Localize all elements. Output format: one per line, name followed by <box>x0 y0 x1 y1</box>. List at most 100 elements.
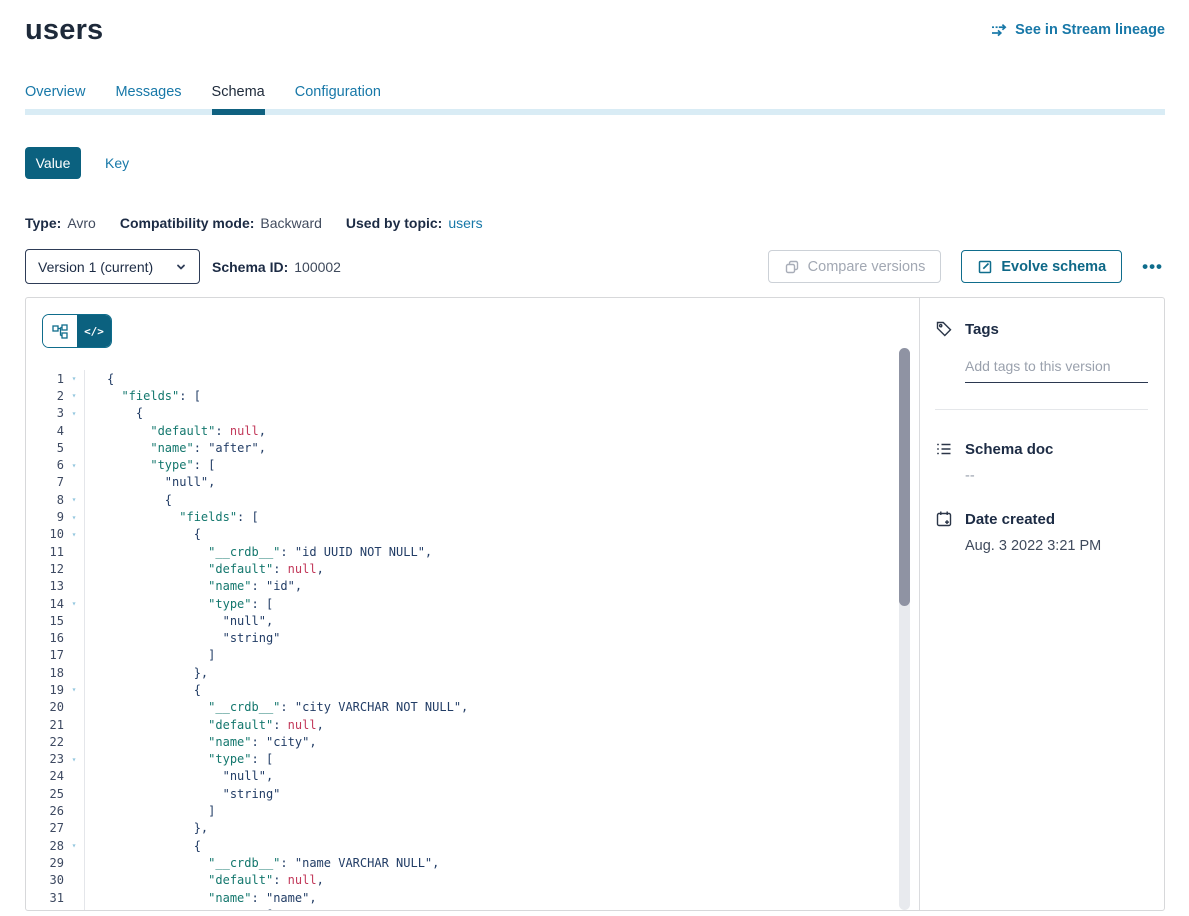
line-gutter: 5 <box>26 439 85 456</box>
tag-icon <box>935 320 953 338</box>
code-text: { <box>85 527 201 541</box>
code-line: 20 "__crdb__": "city VARCHAR NOT NULL", <box>26 699 919 716</box>
calendar-plus-icon <box>935 510 953 528</box>
see-in-stream-lineage-link[interactable]: See in Stream lineage <box>991 22 1165 38</box>
line-gutter: 12 <box>26 560 85 577</box>
evolve-schema-button[interactable]: Evolve schema <box>961 250 1122 283</box>
fold-toggle-icon[interactable]: ▾ <box>64 461 84 470</box>
tags-section: Tags <box>935 320 1148 383</box>
tab-overview[interactable]: Overview <box>25 84 85 109</box>
fold-toggle-icon[interactable]: ▾ <box>64 495 84 504</box>
line-gutter: 8▾ <box>26 491 85 508</box>
line-gutter: 19▾ <box>26 681 85 698</box>
line-number: 3 <box>26 406 64 420</box>
more-actions-button[interactable]: ••• <box>1140 254 1165 279</box>
fold-toggle-icon[interactable]: ▾ <box>64 374 84 383</box>
line-number: 5 <box>26 441 64 455</box>
code-line: 3▾ { <box>26 405 919 422</box>
vertical-scrollbar-track[interactable] <box>899 348 910 910</box>
code-text: "default": null, <box>85 562 324 576</box>
stream-lineage-icon <box>991 23 1008 37</box>
page-header: users See in Stream lineage <box>25 14 1165 47</box>
schema-doc-value: -- <box>965 468 1148 484</box>
code-line: 13 "name": "id", <box>26 578 919 595</box>
tree-view-button[interactable] <box>43 315 77 347</box>
code-line: 29 "__crdb__": "name VARCHAR NULL", <box>26 854 919 871</box>
compatibility-value: Backward <box>260 215 321 231</box>
compatibility-label: Compatibility mode: <box>120 215 255 231</box>
code-line: 24 "null", <box>26 768 919 785</box>
line-gutter: 17 <box>26 647 85 664</box>
fold-toggle-icon[interactable]: ▾ <box>64 755 84 764</box>
line-gutter: 15 <box>26 612 85 629</box>
code-line: 8▾ { <box>26 491 919 508</box>
tags-header: Tags <box>935 320 1148 338</box>
line-number: 1 <box>26 372 64 386</box>
code-text: }, <box>85 821 208 835</box>
code-line: 12 "default": null, <box>26 560 919 577</box>
version-select[interactable]: Version 1 (current) <box>25 249 200 284</box>
value-key-toggle: Value Key <box>25 147 1165 179</box>
line-gutter: 11 <box>26 543 85 560</box>
code-text: "name": "id", <box>85 579 302 593</box>
copy-icon <box>784 259 800 275</box>
key-toggle-link[interactable]: Key <box>105 155 129 171</box>
topic-link[interactable]: users <box>448 215 482 231</box>
fold-toggle-icon[interactable]: ▾ <box>64 409 84 418</box>
line-number: 23 <box>26 752 64 766</box>
tab-configuration[interactable]: Configuration <box>295 84 381 109</box>
code-text: "null", <box>85 475 215 489</box>
code-text: "type": [ <box>85 458 215 472</box>
code-line: 2▾ "fields": [ <box>26 387 919 404</box>
code-text: { <box>85 406 143 420</box>
schema-id-value: 100002 <box>294 259 341 275</box>
used-by-topic-pair: Used by topic: users <box>346 215 483 231</box>
value-toggle-button[interactable]: Value <box>25 147 81 179</box>
fold-toggle-icon[interactable]: ▾ <box>64 599 84 608</box>
line-gutter: 10▾ <box>26 526 85 543</box>
line-number: 24 <box>26 769 64 783</box>
ellipsis-icon: ••• <box>1142 257 1163 276</box>
line-number: 26 <box>26 804 64 818</box>
schema-toolbar: Version 1 (current) Schema ID: 100002 Co… <box>25 249 1165 284</box>
code-line: 21 "default": null, <box>26 716 919 733</box>
tags-title: Tags <box>965 321 999 338</box>
line-number: 2 <box>26 389 64 403</box>
lineage-link-label: See in Stream lineage <box>1015 22 1165 38</box>
line-gutter: 29 <box>26 854 85 871</box>
fold-toggle-icon[interactable]: ▾ <box>64 841 84 850</box>
tab-messages[interactable]: Messages <box>115 84 181 109</box>
line-gutter: 23▾ <box>26 751 85 768</box>
code-line: 15 "null", <box>26 612 919 629</box>
line-number: 9 <box>26 510 64 524</box>
code-line: 7 "null", <box>26 474 919 491</box>
line-number: 18 <box>26 666 64 680</box>
line-gutter: 2▾ <box>26 387 85 404</box>
line-gutter: 20 <box>26 699 85 716</box>
line-number: 20 <box>26 700 64 714</box>
code-text: { <box>85 372 114 386</box>
fold-toggle-icon[interactable]: ▾ <box>64 513 84 522</box>
fold-toggle-icon[interactable]: ▾ <box>64 391 84 400</box>
code-line: 5 "name": "after", <box>26 439 919 456</box>
schema-card: </> 1▾{2▾ "fields": [3▾ {4 "default": nu… <box>25 297 1165 911</box>
add-tags-input[interactable] <box>965 352 1148 383</box>
code-text: "name": "name", <box>85 891 317 905</box>
schema-meta-row: Type: Avro Compatibility mode: Backward … <box>25 215 1165 231</box>
code-text: "__crdb__": "name VARCHAR NULL", <box>85 856 439 870</box>
line-number: 7 <box>26 475 64 489</box>
edit-icon <box>977 259 993 275</box>
fold-toggle-icon[interactable]: ▾ <box>64 530 84 539</box>
compare-versions-button[interactable]: Compare versions <box>768 250 942 283</box>
code-line: 4 "default": null, <box>26 422 919 439</box>
code-line: 10▾ { <box>26 526 919 543</box>
fold-toggle-icon[interactable]: ▾ <box>64 685 84 694</box>
code-view-button[interactable]: </> <box>77 315 111 347</box>
code-line: 28▾ { <box>26 837 919 854</box>
code-line: 17 ] <box>26 647 919 664</box>
code-line: 27 }, <box>26 820 919 837</box>
schema-id: Schema ID: 100002 <box>212 259 341 275</box>
tab-schema[interactable]: Schema <box>212 84 265 109</box>
vertical-scrollbar-thumb[interactable] <box>899 348 910 606</box>
code-view-icon: </> <box>84 325 104 338</box>
